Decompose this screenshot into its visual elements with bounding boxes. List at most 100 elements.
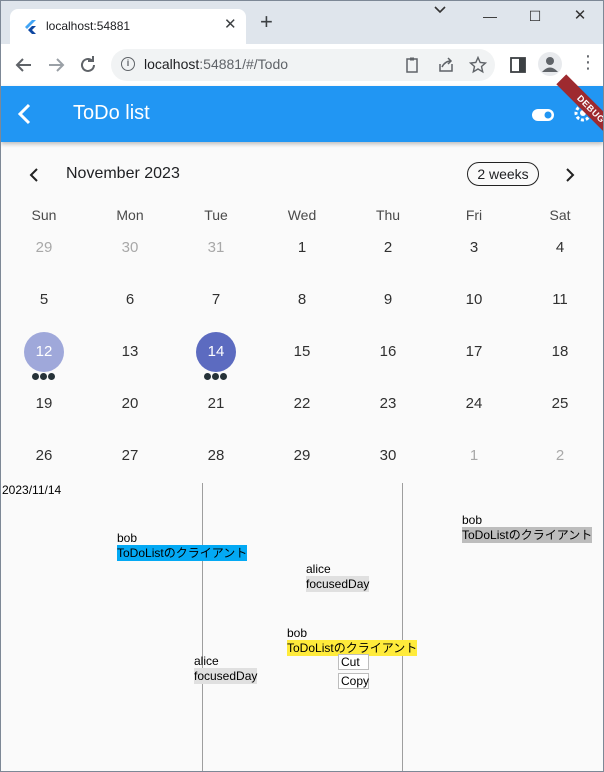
calendar-day[interactable]: 13 bbox=[110, 332, 150, 372]
calendar-day[interactable]: 21 bbox=[196, 384, 236, 424]
toggle-icon[interactable] bbox=[532, 109, 554, 121]
browser-tab[interactable]: localhost:54881 ✕ bbox=[10, 9, 246, 44]
previous-month-icon[interactable] bbox=[26, 167, 42, 183]
tab-close-icon[interactable]: ✕ bbox=[224, 17, 237, 33]
event-marker bbox=[40, 373, 47, 380]
note-author: bob bbox=[117, 531, 138, 545]
calendar-day-selected[interactable]: 14 bbox=[196, 332, 236, 372]
calendar-day[interactable]: 1 bbox=[282, 228, 322, 268]
weekday-fri: Fri bbox=[465, 207, 483, 223]
weekday-thu: Thu bbox=[375, 207, 401, 223]
info-icon[interactable]: i bbox=[121, 57, 135, 71]
tab-title: localhost:54881 bbox=[46, 19, 131, 33]
calendar-day[interactable]: 2 bbox=[368, 228, 408, 268]
calendar-header: November 2023 2 weeks bbox=[1, 161, 603, 191]
todo-note[interactable]: alice focusedDay bbox=[306, 562, 370, 592]
calendar-day[interactable]: 23 bbox=[368, 384, 408, 424]
timeline-divider bbox=[202, 483, 203, 771]
format-toggle-button[interactable]: 2 weeks bbox=[467, 162, 539, 186]
close-window-button[interactable]: ✕ bbox=[567, 5, 593, 27]
reload-icon[interactable] bbox=[77, 54, 99, 76]
event-marker bbox=[220, 373, 227, 380]
calendar-day[interactable]: 15 bbox=[282, 332, 322, 372]
bookmark-star-icon[interactable] bbox=[469, 56, 487, 74]
calendar-day[interactable]: 20 bbox=[110, 384, 150, 424]
todo-note[interactable]: bob ToDoListのクライアント bbox=[117, 531, 248, 561]
calendar-day[interactable]: 16 bbox=[368, 332, 408, 372]
calendar-day[interactable]: 8 bbox=[282, 280, 322, 320]
note-text: focusedDay bbox=[306, 576, 370, 592]
calendar-day[interactable]: 4 bbox=[540, 228, 580, 268]
calendar-day[interactable]: 28 bbox=[196, 436, 236, 476]
share-icon[interactable] bbox=[437, 56, 455, 74]
calendar-day[interactable]: 25 bbox=[540, 384, 580, 424]
minimize-button[interactable]: — bbox=[477, 5, 503, 27]
calendar-day[interactable]: 2 bbox=[540, 436, 580, 476]
calendar-day[interactable]: 29 bbox=[24, 228, 64, 268]
tab-search-icon[interactable] bbox=[433, 5, 447, 15]
weekday-sat: Sat bbox=[549, 207, 571, 223]
calendar-day[interactable]: 18 bbox=[540, 332, 580, 372]
weekday-mon: Mon bbox=[116, 207, 144, 223]
calendar-day[interactable]: 5 bbox=[24, 280, 64, 320]
calendar-day[interactable]: 19 bbox=[24, 384, 64, 424]
url-path: :54881/#/Todo bbox=[199, 56, 289, 72]
profile-avatar[interactable] bbox=[538, 52, 562, 76]
calendar-day[interactable]: 24 bbox=[454, 384, 494, 424]
person-icon bbox=[542, 57, 558, 72]
calendar-day[interactable]: 30 bbox=[368, 436, 408, 476]
browser-toolbar: i localhost:54881/#/Todo ⋮ bbox=[1, 44, 603, 87]
note-author: bob bbox=[287, 626, 308, 640]
calendar-day[interactable]: 9 bbox=[368, 280, 408, 320]
weekday-sun: Sun bbox=[31, 207, 57, 223]
calendar-day[interactable]: 27 bbox=[110, 436, 150, 476]
todo-note[interactable]: bob ToDoListのクライアント bbox=[287, 626, 418, 656]
flutter-icon bbox=[25, 20, 36, 34]
forward-arrow-icon[interactable] bbox=[45, 54, 67, 76]
address-bar[interactable]: i localhost:54881/#/Todo bbox=[111, 49, 495, 81]
calendar-day[interactable]: 10 bbox=[454, 280, 494, 320]
calendar-day[interactable]: 30 bbox=[110, 228, 150, 268]
weekday-tue: Tue bbox=[204, 207, 228, 223]
calendar-day[interactable]: 7 bbox=[196, 280, 236, 320]
todo-note[interactable]: alice focusedDay bbox=[194, 654, 258, 684]
event-markers bbox=[204, 367, 230, 380]
calendar-day[interactable]: 1 bbox=[454, 436, 494, 476]
back-arrow-icon[interactable] bbox=[13, 54, 35, 76]
url-host: localhost bbox=[144, 56, 200, 72]
calendar-day-today[interactable]: 12 bbox=[24, 332, 64, 372]
copy-button[interactable]: Copy bbox=[338, 673, 369, 689]
calendar-day[interactable]: 26 bbox=[24, 436, 64, 476]
month-label: November 2023 bbox=[66, 165, 180, 182]
page-title: ToDo list bbox=[73, 102, 150, 124]
calendar-day[interactable]: 3 bbox=[454, 228, 494, 268]
next-month-icon[interactable] bbox=[562, 167, 578, 183]
url-text[interactable]: localhost:54881/#/Todo bbox=[144, 56, 288, 72]
calendar-day[interactable]: 29 bbox=[282, 436, 322, 476]
note-author: alice bbox=[194, 654, 219, 668]
event-marker bbox=[212, 373, 219, 380]
app-back-icon[interactable] bbox=[13, 102, 37, 126]
browser-window: localhost:54881 ✕ + — ☐ ✕ i localhost:54… bbox=[0, 0, 604, 772]
calendar-day[interactable]: 22 bbox=[282, 384, 322, 424]
todo-note[interactable]: bob ToDoListのクライアント bbox=[462, 513, 593, 543]
note-author: alice bbox=[306, 562, 331, 576]
calendar-day[interactable]: 17 bbox=[454, 332, 494, 372]
app-bar: ToDo list bbox=[1, 86, 603, 142]
calendar-day[interactable]: 6 bbox=[110, 280, 150, 320]
event-marker bbox=[48, 373, 55, 380]
event-marker bbox=[32, 373, 39, 380]
note-text: focusedDay bbox=[194, 668, 258, 684]
cut-button[interactable]: Cut bbox=[338, 654, 369, 670]
calendar-day[interactable]: 31 bbox=[196, 228, 236, 268]
side-panel-icon[interactable] bbox=[508, 55, 528, 75]
note-author: bob bbox=[462, 513, 483, 527]
maximize-button[interactable]: ☐ bbox=[522, 5, 548, 27]
clipboard-icon[interactable] bbox=[403, 56, 421, 74]
note-text: ToDoListのクライアント bbox=[462, 527, 593, 543]
calendar-day[interactable]: 11 bbox=[540, 280, 580, 320]
more-menu-icon[interactable]: ⋮ bbox=[579, 53, 597, 71]
new-tab-button[interactable]: + bbox=[260, 11, 273, 33]
event-marker bbox=[204, 373, 211, 380]
event-markers bbox=[32, 367, 58, 380]
